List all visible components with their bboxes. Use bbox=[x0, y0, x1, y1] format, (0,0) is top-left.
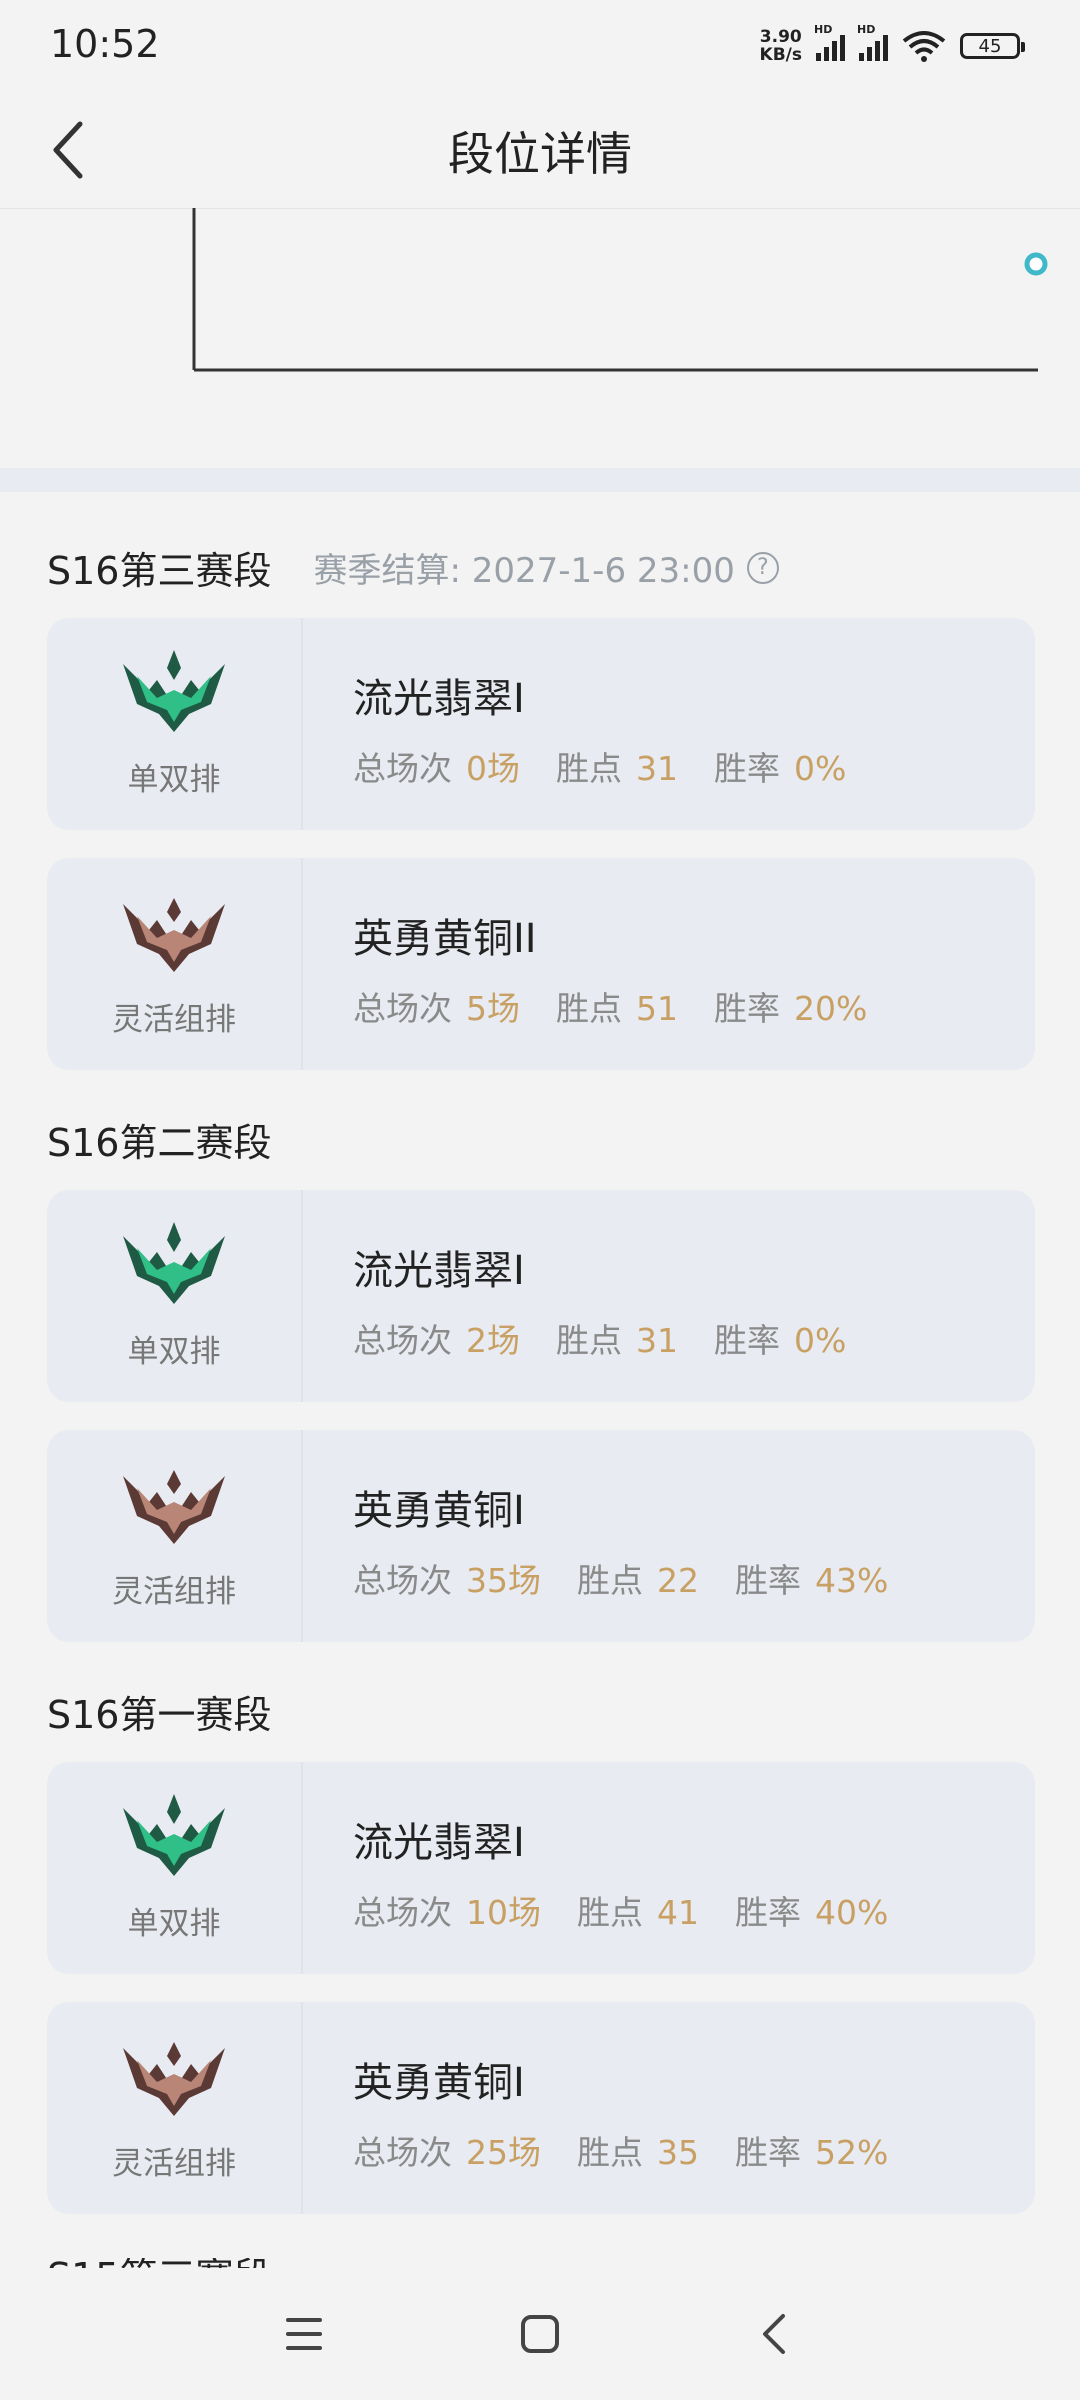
status-time: 10:52 bbox=[50, 22, 160, 66]
square-home-icon bbox=[521, 2315, 559, 2353]
section-divider bbox=[0, 468, 1080, 492]
nav-home-button[interactable] bbox=[504, 2298, 576, 2370]
tier-name: 英勇黄铜II bbox=[353, 916, 537, 962]
rank-card[interactable]: 灵活组排 英勇黄铜I 总场次 35场 胜点 22 胜率 43% bbox=[47, 1430, 1035, 1642]
bronze-emblem-icon bbox=[123, 898, 225, 972]
winrate-value: 0% bbox=[794, 1321, 847, 1360]
card-stats: 总场次 5场 胜点 51 胜率 20% bbox=[353, 989, 868, 1028]
card-stats: 总场次 0场 胜点 31 胜率 0% bbox=[353, 749, 847, 788]
points-value: 31 bbox=[636, 749, 678, 788]
tier-name: 流光翡翠I bbox=[353, 1820, 525, 1866]
winrate-value: 40% bbox=[815, 1893, 889, 1932]
battery-icon: 45 bbox=[960, 33, 1025, 59]
points-value: 22 bbox=[657, 1561, 699, 1600]
rank-card[interactable]: 单双排 流光翡翠I 总场次 2场 胜点 31 胜率 0% bbox=[47, 1190, 1035, 1402]
games-value: 0场 bbox=[466, 749, 520, 788]
season-settlement-note: 赛季结算: 2027-1-6 23:00 ? bbox=[313, 543, 779, 592]
card-stats: 总场次 25场 胜点 35 胜率 52% bbox=[353, 2133, 889, 2172]
card-stats: 总场次 35场 胜点 22 胜率 43% bbox=[353, 1561, 889, 1600]
points-value: 31 bbox=[636, 1321, 678, 1360]
emerald-emblem-icon bbox=[123, 1222, 225, 1304]
season-header: S16第三赛段 赛季结算: 2027-1-6 23:00 ? bbox=[47, 540, 779, 595]
card-stats: 总场次 2场 胜点 31 胜率 0% bbox=[353, 1321, 847, 1360]
rank-trend-chart bbox=[0, 208, 1080, 468]
season-header: S16第一赛段 bbox=[47, 1693, 272, 1737]
queue-label: 灵活组排 bbox=[112, 2146, 236, 2182]
menu-icon bbox=[286, 2318, 322, 2350]
winrate-value: 43% bbox=[815, 1561, 889, 1600]
card-stats: 总场次 10场 胜点 41 胜率 40% bbox=[353, 1893, 889, 1932]
rank-card[interactable]: 灵活组排 英勇黄铜II 总场次 5场 胜点 51 胜率 20% bbox=[47, 858, 1035, 1070]
points-value: 51 bbox=[636, 989, 678, 1028]
queue-label: 灵活组排 bbox=[112, 1002, 236, 1038]
wifi-icon bbox=[902, 31, 946, 62]
rank-card[interactable]: 灵活组排 英勇黄铜I 总场次 25场 胜点 35 胜率 52% bbox=[47, 2002, 1035, 2214]
games-value: 5场 bbox=[466, 989, 520, 1028]
rank-card[interactable]: 单双排 流光翡翠I 总场次 10场 胜点 41 胜率 40% bbox=[47, 1762, 1035, 1974]
winrate-value: 20% bbox=[794, 989, 868, 1028]
nav-back-button[interactable] bbox=[738, 2298, 810, 2370]
games-value: 25场 bbox=[466, 2133, 541, 2172]
bronze-emblem-icon bbox=[123, 2042, 225, 2116]
tier-name: 英勇黄铜I bbox=[353, 2060, 525, 2106]
bronze-emblem-icon bbox=[123, 1470, 225, 1544]
winrate-value: 52% bbox=[815, 2133, 889, 2172]
winrate-value: 0% bbox=[794, 749, 847, 788]
chart-point bbox=[1024, 252, 1048, 276]
signal-icon: HD bbox=[814, 23, 845, 61]
question-circle-icon[interactable]: ? bbox=[746, 551, 779, 584]
season-header: S16第二赛段 bbox=[47, 1121, 272, 1165]
games-value: 10场 bbox=[466, 1893, 541, 1932]
tier-name: 流光翡翠I bbox=[353, 1248, 525, 1294]
net-speed: 3.90 KB/s bbox=[759, 27, 802, 65]
app-bar: 段位详情 bbox=[0, 90, 1080, 209]
page-title: 段位详情 bbox=[448, 127, 632, 181]
rank-card[interactable]: 单双排 流光翡翠I 总场次 0场 胜点 31 胜率 0% bbox=[47, 618, 1035, 830]
emerald-emblem-icon bbox=[123, 1794, 225, 1876]
back-triangle-icon bbox=[763, 2314, 785, 2354]
games-value: 35场 bbox=[466, 1561, 541, 1600]
queue-label: 单双排 bbox=[127, 1906, 221, 1942]
system-nav-bar bbox=[0, 2268, 1080, 2400]
status-bar: 10:52 3.90 KB/s HD HD 45 bbox=[0, 0, 1080, 90]
signal-icon: HD bbox=[857, 23, 888, 61]
points-value: 41 bbox=[657, 1893, 699, 1932]
nav-menu-button[interactable] bbox=[268, 2298, 340, 2370]
tier-name: 英勇黄铜I bbox=[353, 1488, 525, 1534]
tier-name: 流光翡翠I bbox=[353, 676, 525, 722]
queue-label: 单双排 bbox=[127, 762, 221, 798]
queue-label: 灵活组排 bbox=[112, 1574, 236, 1610]
emerald-emblem-icon bbox=[123, 650, 225, 732]
points-value: 35 bbox=[657, 2133, 699, 2172]
chart-svg bbox=[192, 208, 1048, 372]
status-icons: 3.90 KB/s HD HD 45 bbox=[759, 23, 1025, 66]
games-value: 2场 bbox=[466, 1321, 520, 1360]
queue-label: 单双排 bbox=[127, 1334, 221, 1370]
